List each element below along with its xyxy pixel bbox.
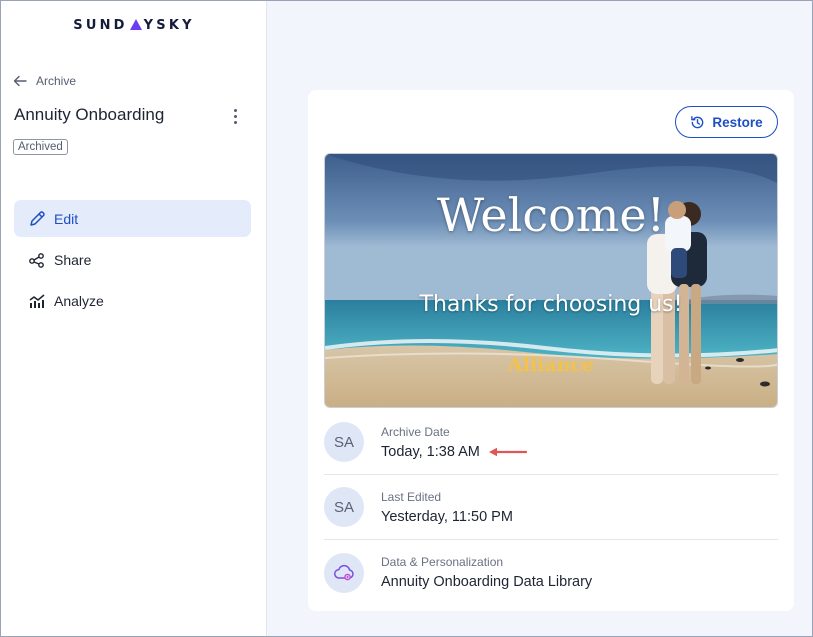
logo-triangle-icon [129,19,142,30]
info-row-archive-date: SA Archive Date Today, 1:38 AM [324,410,778,475]
sidebar-nav: Edit Share Analyze [14,200,251,323]
restore-button[interactable]: Restore [675,106,778,138]
red-arrow-icon [488,447,528,457]
video-info-list: SA Archive Date Today, 1:38 AM SA Last E… [324,410,778,605]
main-content: Restore Welcome! Thanks for choosing us!… [267,1,812,636]
cloud-data-icon [334,564,354,580]
info-label: Data & Personalization [381,555,504,569]
nav-label: Edit [54,210,79,227]
info-label: Last Edited [381,489,442,504]
analytics-icon [29,293,45,308]
avatar: SA [324,487,364,527]
restore-label: Restore [712,114,763,130]
app-window: SUND YSKY Archive Annuity Onboarding Arch… [0,0,813,637]
back-label: Archive [36,74,77,88]
info-row-last-edited: SA Last Edited Yesterday, 11:50 PM [324,475,778,540]
data-library-avatar [324,552,364,593]
video-details-card: Restore Welcome! Thanks for choosing us!… [308,90,794,611]
info-value: Today, 1:38 AM [381,443,480,460]
arrow-left-icon [13,75,27,87]
nav-item-edit[interactable]: Edit [14,200,251,237]
kebab-dot-icon [233,120,237,124]
nav-item-share[interactable]: Share [14,241,251,278]
more-options-button[interactable] [227,105,243,127]
kebab-dot-icon [233,114,237,118]
nav-label: Share [54,251,92,268]
pencil-icon [30,210,45,226]
info-value: Yesterday, 11:50 PM [381,508,513,525]
history-restore-icon [691,115,704,128]
info-row-data-library[interactable]: Data & Personalization Annuity Onboardin… [324,540,778,605]
info-label: Archive Date [381,424,450,439]
back-to-archive-link[interactable]: Archive [13,74,76,88]
sidebar: SUND YSKY Archive Annuity Onboarding Arch… [1,1,267,636]
share-icon [29,252,44,268]
video-thumbnail[interactable]: Welcome! Thanks for choosing us! Allianc… [324,153,778,408]
sundaysky-logo[interactable]: SUND YSKY [1,18,267,33]
nav-item-analyze[interactable]: Analyze [14,282,251,319]
project-title: Annuity Onboarding [14,105,165,124]
thumbnail-subtitle: Thanks for choosing us! [419,292,683,317]
avatar: SA [324,422,364,462]
status-badge: Archived [13,139,68,155]
kebab-dot-icon [233,108,237,112]
thumbnail-title: Welcome! [436,188,666,242]
nav-label: Analyze [54,292,104,309]
info-value: Annuity Onboarding Data Library [381,574,593,590]
thumbnail-brand: Alliance [507,354,595,376]
